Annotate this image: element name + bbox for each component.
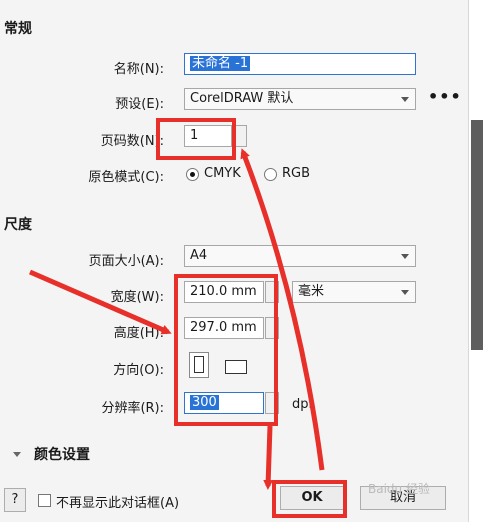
rgb-radio[interactable] <box>264 168 277 181</box>
pages-spinner[interactable] <box>233 125 247 147</box>
portrait-button[interactable] <box>189 352 209 378</box>
unit-dropdown[interactable]: 毫米 <box>292 281 416 303</box>
page-size-dropdown[interactable]: A4 <box>184 245 416 267</box>
section-size-heading: 尺度 <box>4 217 32 233</box>
chevron-down-icon <box>401 254 409 259</box>
preset-dropdown[interactable]: CorelDRAW 默认 <box>184 88 416 110</box>
resolution-value: 300 <box>190 395 219 410</box>
height-input[interactable]: 297.0 mm <box>184 317 264 339</box>
expand-arrow-icon[interactable] <box>13 452 21 457</box>
help-button[interactable]: ? <box>4 488 26 512</box>
width-input[interactable]: 210.0 mm <box>184 281 264 303</box>
landscape-icon[interactable] <box>225 360 247 374</box>
resolution-label: 分辨率(R): <box>101 401 164 416</box>
page-size-value: A4 <box>190 248 208 263</box>
orientation-label: 方向(O): <box>113 363 164 378</box>
section-general-heading: 常规 <box>4 21 32 37</box>
resolution-input[interactable]: 300 <box>184 392 264 414</box>
chevron-down-icon <box>401 97 409 102</box>
create-document-dialog: 常规 名称(N): 未命名 -1 预设(E): CorelDRAW 默认 •••… <box>0 0 468 522</box>
chevron-down-icon <box>401 290 409 295</box>
cmyk-radio-label: CMYK <box>204 166 241 181</box>
portrait-icon <box>194 356 204 373</box>
width-value: 210.0 mm <box>190 284 257 299</box>
width-label: 宽度(W): <box>110 290 164 305</box>
more-options-icon[interactable]: ••• <box>428 87 462 106</box>
color-settings-heading[interactable]: 颜色设置 <box>34 444 90 464</box>
name-input[interactable]: 未命名 -1 <box>184 53 416 75</box>
pages-label: 页码数(N): <box>100 134 164 149</box>
width-spinner[interactable] <box>265 281 279 303</box>
background-preview <box>471 120 483 350</box>
unit-value: 毫米 <box>298 284 325 299</box>
preset-value: CorelDRAW 默认 <box>190 91 294 106</box>
height-value: 297.0 mm <box>190 320 257 335</box>
preset-label: 预设(E): <box>115 97 164 112</box>
resolution-unit: dpi <box>292 397 313 412</box>
rgb-radio-label: RGB <box>282 166 311 181</box>
ok-button[interactable]: OK <box>280 486 344 510</box>
pages-value: 1 <box>190 128 199 143</box>
name-input-value: 未命名 -1 <box>190 56 251 71</box>
pages-input[interactable]: 1 <box>184 125 232 147</box>
watermark: Baidu 经验 <box>368 482 430 496</box>
color-mode-label: 原色模式(C): <box>88 170 164 185</box>
page-size-label: 页面大小(A): <box>88 254 164 269</box>
name-label: 名称(N): <box>113 62 164 77</box>
cmyk-radio[interactable] <box>186 168 199 181</box>
height-label: 高度(H): <box>113 326 164 341</box>
resolution-spinner[interactable] <box>265 392 279 414</box>
height-spinner[interactable] <box>265 317 279 339</box>
dont-show-checkbox[interactable] <box>38 494 51 507</box>
dont-show-label: 不再显示此对话框(A) <box>56 496 180 511</box>
